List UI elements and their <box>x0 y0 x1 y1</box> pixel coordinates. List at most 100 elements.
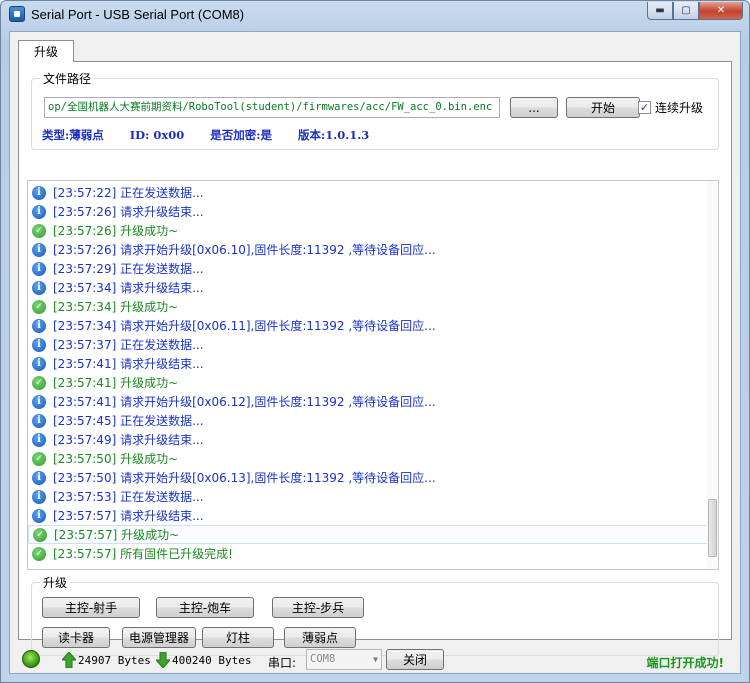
window-controls: ▬ ▢ ✕ <box>647 2 743 20</box>
info-icon: i <box>32 508 46 523</box>
info-icon: i <box>32 337 46 352</box>
port-select-value: COM8 <box>310 653 336 665</box>
log-message: [23:57:26] 升级成功~ <box>53 224 179 238</box>
upload-arrow-icon <box>62 652 76 668</box>
info-icon: i <box>32 318 46 333</box>
continuous-upgrade-checkbox[interactable]: ✓ <box>638 101 651 114</box>
port-select[interactable]: COM8 ▼ <box>306 649 382 670</box>
info-icon: i <box>32 394 46 409</box>
info-icon: i <box>32 432 46 447</box>
log-row[interactable]: i [23:57:49] 请求升级结束... <box>28 430 708 449</box>
log-row[interactable]: i [23:57:22] 正在发送数据... <box>28 183 708 202</box>
log-row[interactable]: ✓ [23:57:57] 升级成功~ <box>28 525 708 544</box>
close-port-button[interactable]: 关闭 <box>386 649 444 670</box>
success-check-icon: ✓ <box>32 299 46 314</box>
log-message: [23:57:45] 正在发送数据... <box>53 414 204 428</box>
log-row[interactable]: i [23:57:53] 正在发送数据... <box>28 487 708 506</box>
log-list: i [23:57:22] 正在发送数据... i [23:57:26] 请求升级结束.… <box>28 183 708 563</box>
log-row[interactable]: ✓ [23:57:50] 升级成功~ <box>28 449 708 468</box>
log-panel[interactable]: i [23:57:22] 正在发送数据... i [23:57:26] 请求升级结束.… <box>27 180 719 570</box>
info-icon: i <box>32 280 46 295</box>
log-message: [23:57:50] 请求开始升级[0x06.13],固件长度:11392 ,等… <box>53 471 436 485</box>
info-icon: i <box>32 489 46 504</box>
log-message: [23:57:41] 请求开始升级[0x06.12],固件长度:11392 ,等… <box>53 395 436 409</box>
log-row[interactable]: i [23:57:57] 请求升级结束... <box>28 506 708 525</box>
file-path-group: 文件路径 op/全国机器人大赛前期资料/RoboTool(student)/fi… <box>31 70 719 150</box>
info-icon: i <box>32 413 46 428</box>
window-title: Serial Port - USB Serial Port (COM8) <box>31 7 245 22</box>
log-message: [23:57:34] 请求升级结束... <box>53 281 204 295</box>
info-icon: i <box>32 261 46 276</box>
rx-bytes: 400240 Bytes <box>172 654 252 667</box>
log-row[interactable]: i [23:57:26] 请求升级结束... <box>28 202 708 221</box>
log-message: [23:57:22] 正在发送数据... <box>53 186 204 200</box>
firmware-info: 类型:薄弱点 ID: 0x00 是否加密:是 版本:1.0.1.3 <box>42 127 391 143</box>
log-message: [23:57:41] 请求升级结束... <box>53 357 204 371</box>
log-row[interactable]: ✓ [23:57:57] 所有固件已升级完成! <box>28 544 708 563</box>
continuous-upgrade-label: 连续升级 <box>655 101 704 115</box>
log-message: [23:57:57] 请求升级结束... <box>53 509 204 523</box>
upgrade-master-cannon-button[interactable]: 主控-炮车 <box>156 597 254 618</box>
success-check-icon: ✓ <box>32 375 46 390</box>
log-row[interactable]: i [23:57:50] 请求开始升级[0x06.13],固件长度:11392 ,… <box>28 468 708 487</box>
success-check-icon: ✓ <box>32 223 46 238</box>
download-arrow-icon <box>156 652 170 668</box>
log-row[interactable]: ✓ [23:57:26] 升级成功~ <box>28 221 708 240</box>
log-message: [23:57:49] 请求升级结束... <box>53 433 204 447</box>
log-message: [23:57:34] 请求开始升级[0x06.11],固件长度:11392 ,等… <box>53 319 436 333</box>
log-message: [23:57:57] 升级成功~ <box>54 528 180 542</box>
file-path-group-title: 文件路径 <box>40 70 95 87</box>
firmware-encrypted: 是否加密:是 <box>210 128 272 142</box>
log-row[interactable]: i [23:57:45] 正在发送数据... <box>28 411 708 430</box>
title-bar[interactable]: Serial Port - USB Serial Port (COM8) ▬ ▢… <box>1 1 749 29</box>
log-message: [23:57:26] 请求升级结束... <box>53 205 204 219</box>
client-area: 升级 文件路径 op/全国机器人大赛前期资料/RoboTool(student)… <box>9 31 741 674</box>
log-row[interactable]: i [23:57:34] 请求升级结束... <box>28 278 708 297</box>
log-row[interactable]: i [23:57:26] 请求开始升级[0x06.10],固件长度:11392 ,… <box>28 240 708 259</box>
log-message: [23:57:53] 正在发送数据... <box>53 490 204 504</box>
firmware-id: ID: 0x00 <box>129 128 185 142</box>
log-row[interactable]: i [23:57:41] 请求升级结束... <box>28 354 708 373</box>
log-scroll-thumb[interactable] <box>708 499 717 557</box>
info-icon: i <box>32 204 46 219</box>
log-row[interactable]: ✓ [23:57:34] 升级成功~ <box>28 297 708 316</box>
status-message: 端口打开成功! <box>646 656 724 670</box>
upgrade-master-infantry-button[interactable]: 主控-步兵 <box>272 597 364 618</box>
log-row[interactable]: i [23:57:41] 请求开始升级[0x06.12],固件长度:11392 ,… <box>28 392 708 411</box>
close-window-button[interactable]: ✕ <box>699 2 743 20</box>
port-label: 串口: <box>268 656 297 670</box>
info-icon: i <box>32 185 46 200</box>
log-row[interactable]: i [23:57:37] 正在发送数据... <box>28 335 708 354</box>
log-message: [23:57:41] 升级成功~ <box>53 376 179 390</box>
log-message: [23:57:57] 所有固件已升级完成! <box>53 547 233 561</box>
log-message: [23:57:34] 升级成功~ <box>53 300 179 314</box>
success-check-icon: ✓ <box>32 546 46 561</box>
start-button[interactable]: 开始 <box>566 97 640 118</box>
log-message: [23:57:50] 升级成功~ <box>53 452 179 466</box>
continuous-upgrade-option[interactable]: ✓ 连续升级 <box>638 99 703 116</box>
log-message: [23:57:26] 请求开始升级[0x06.10],固件长度:11392 ,等… <box>53 243 436 257</box>
info-icon: i <box>32 356 46 371</box>
chevron-down-icon: ▼ <box>373 655 378 664</box>
log-scrollbar[interactable] <box>707 181 718 569</box>
tx-bytes: 24907 Bytes <box>78 654 151 667</box>
info-icon: i <box>32 470 46 485</box>
upgrade-group-title: 升级 <box>40 574 71 591</box>
info-icon: i <box>32 242 46 257</box>
tab-page-upgrade: 文件路径 op/全国机器人大赛前期资料/RoboTool(student)/fi… <box>18 61 732 656</box>
success-check-icon: ✓ <box>33 527 47 542</box>
maximize-button[interactable]: ▢ <box>673 2 699 20</box>
firmware-type: 类型:薄弱点 <box>42 128 104 142</box>
upgrade-master-shooter-button[interactable]: 主控-射手 <box>42 597 140 618</box>
file-path-input[interactable]: op/全国机器人大赛前期资料/RoboTool(student)/firmwar… <box>44 97 500 118</box>
connection-led-icon <box>22 650 40 668</box>
minimize-button[interactable]: ▬ <box>647 2 673 20</box>
log-row[interactable]: ✓ [23:57:41] 升级成功~ <box>28 373 708 392</box>
log-message: [23:57:37] 正在发送数据... <box>53 338 204 352</box>
log-row[interactable]: i [23:57:34] 请求开始升级[0x06.11],固件长度:11392 ,… <box>28 316 708 335</box>
status-bar: 24907 Bytes 400240 Bytes 串口: COM8 ▼ 关闭 端… <box>10 644 740 674</box>
app-icon <box>9 6 25 22</box>
log-row[interactable]: i [23:57:29] 正在发送数据... <box>28 259 708 278</box>
tab-upgrade[interactable]: 升级 <box>18 40 74 62</box>
browse-button[interactable]: ... <box>510 97 558 118</box>
